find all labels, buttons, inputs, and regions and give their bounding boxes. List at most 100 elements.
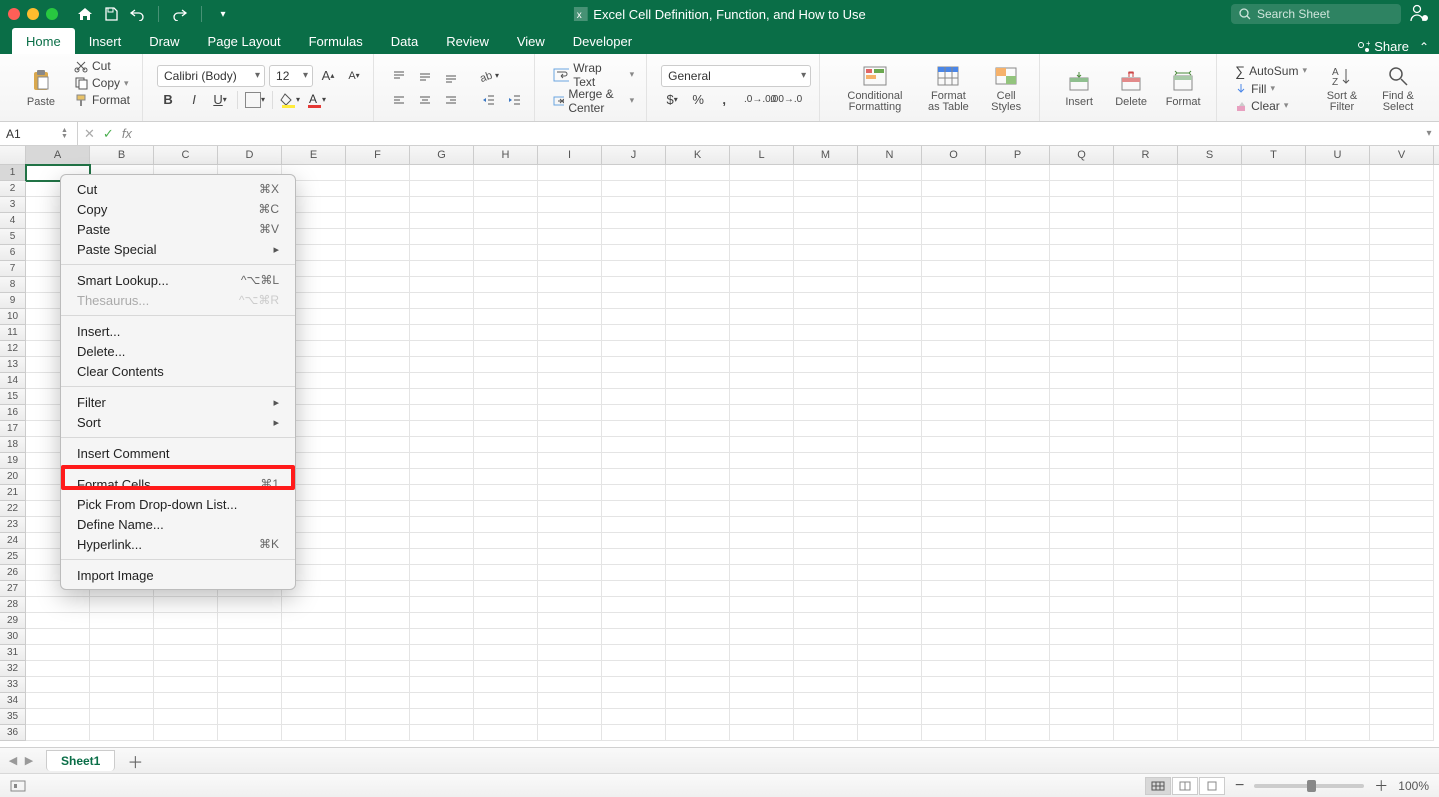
cell[interactable] xyxy=(410,357,474,373)
cell[interactable] xyxy=(858,517,922,533)
cell[interactable] xyxy=(1178,405,1242,421)
cell[interactable] xyxy=(922,357,986,373)
cell[interactable] xyxy=(1114,437,1178,453)
row-header[interactable]: 29 xyxy=(0,613,26,629)
sheet-tab-sheet1[interactable]: Sheet1 xyxy=(46,750,115,771)
context-filter[interactable]: Filter xyxy=(61,392,295,412)
cell[interactable] xyxy=(1114,533,1178,549)
cell[interactable] xyxy=(1242,709,1306,725)
cell[interactable] xyxy=(666,277,730,293)
context-clear-contents[interactable]: Clear Contents xyxy=(61,361,295,381)
context-delete[interactable]: Delete... xyxy=(61,341,295,361)
context-paste-special[interactable]: Paste Special xyxy=(61,239,295,259)
cell[interactable] xyxy=(1050,501,1114,517)
cell[interactable] xyxy=(730,197,794,213)
cell[interactable] xyxy=(410,581,474,597)
cell[interactable] xyxy=(794,437,858,453)
fill-button[interactable]: Fill▾ xyxy=(1231,81,1311,97)
cell[interactable] xyxy=(1370,485,1434,501)
cell[interactable] xyxy=(794,661,858,677)
cell[interactable] xyxy=(1370,309,1434,325)
cell[interactable] xyxy=(858,613,922,629)
cell[interactable] xyxy=(1370,341,1434,357)
cell[interactable] xyxy=(986,437,1050,453)
cell[interactable] xyxy=(794,453,858,469)
cell[interactable] xyxy=(90,661,154,677)
cell[interactable] xyxy=(538,565,602,581)
font-name-select[interactable]: Calibri (Body) xyxy=(157,65,265,87)
cell[interactable] xyxy=(474,165,538,181)
cell[interactable] xyxy=(794,229,858,245)
row-header[interactable]: 12 xyxy=(0,341,26,357)
cell[interactable] xyxy=(730,469,794,485)
cell[interactable] xyxy=(1370,629,1434,645)
cell[interactable] xyxy=(986,389,1050,405)
cell[interactable] xyxy=(1178,549,1242,565)
cell[interactable] xyxy=(858,565,922,581)
row-header[interactable]: 7 xyxy=(0,261,26,277)
cell[interactable] xyxy=(730,485,794,501)
context-sort[interactable]: Sort xyxy=(61,412,295,432)
cell[interactable] xyxy=(1306,197,1370,213)
cell[interactable] xyxy=(794,613,858,629)
cell[interactable] xyxy=(1178,213,1242,229)
cell[interactable] xyxy=(858,709,922,725)
cell[interactable] xyxy=(346,661,410,677)
cell[interactable] xyxy=(1306,165,1370,181)
borders-button[interactable]: ▾ xyxy=(244,89,266,111)
cell[interactable] xyxy=(602,229,666,245)
cell[interactable] xyxy=(346,501,410,517)
cell[interactable] xyxy=(922,293,986,309)
cell[interactable] xyxy=(922,501,986,517)
context-hyperlink[interactable]: Hyperlink...⌘K xyxy=(61,534,295,554)
cell[interactable] xyxy=(346,197,410,213)
cell[interactable] xyxy=(538,213,602,229)
cell[interactable] xyxy=(1370,261,1434,277)
cell[interactable] xyxy=(538,453,602,469)
cell[interactable] xyxy=(602,245,666,261)
cell[interactable] xyxy=(730,213,794,229)
cell[interactable] xyxy=(1050,373,1114,389)
cell[interactable] xyxy=(794,565,858,581)
cell[interactable] xyxy=(730,341,794,357)
search-sheet-input[interactable]: Search Sheet xyxy=(1231,4,1401,24)
cell[interactable] xyxy=(1114,565,1178,581)
cell[interactable] xyxy=(154,613,218,629)
cancel-formula-icon[interactable]: ✕ xyxy=(84,126,95,142)
cell[interactable] xyxy=(1178,629,1242,645)
cell[interactable] xyxy=(474,181,538,197)
cell[interactable] xyxy=(1242,325,1306,341)
cell[interactable] xyxy=(474,293,538,309)
cell[interactable] xyxy=(282,613,346,629)
cell[interactable] xyxy=(282,597,346,613)
cell[interactable] xyxy=(922,565,986,581)
row-header[interactable]: 16 xyxy=(0,405,26,421)
cell[interactable] xyxy=(1370,645,1434,661)
cell[interactable] xyxy=(730,533,794,549)
cell[interactable] xyxy=(1050,661,1114,677)
cell[interactable] xyxy=(218,709,282,725)
cell[interactable] xyxy=(1114,581,1178,597)
cell[interactable] xyxy=(1242,437,1306,453)
column-header[interactable]: O xyxy=(922,146,986,164)
cell[interactable] xyxy=(1370,549,1434,565)
context-paste[interactable]: Paste⌘V xyxy=(61,219,295,239)
column-header[interactable]: I xyxy=(538,146,602,164)
home-icon[interactable] xyxy=(76,7,94,21)
cell[interactable] xyxy=(922,469,986,485)
cell[interactable] xyxy=(538,325,602,341)
cell[interactable] xyxy=(1306,309,1370,325)
cell[interactable] xyxy=(346,453,410,469)
cell[interactable] xyxy=(1306,453,1370,469)
cell[interactable] xyxy=(986,501,1050,517)
cell[interactable] xyxy=(218,613,282,629)
cell[interactable] xyxy=(666,629,730,645)
cell[interactable] xyxy=(666,373,730,389)
increase-decimal-button[interactable]: .0→.00 xyxy=(749,89,771,111)
cell[interactable] xyxy=(1242,629,1306,645)
cell[interactable] xyxy=(666,533,730,549)
cell[interactable] xyxy=(410,533,474,549)
cell[interactable] xyxy=(282,629,346,645)
cell[interactable] xyxy=(922,261,986,277)
row-header[interactable]: 33 xyxy=(0,677,26,693)
